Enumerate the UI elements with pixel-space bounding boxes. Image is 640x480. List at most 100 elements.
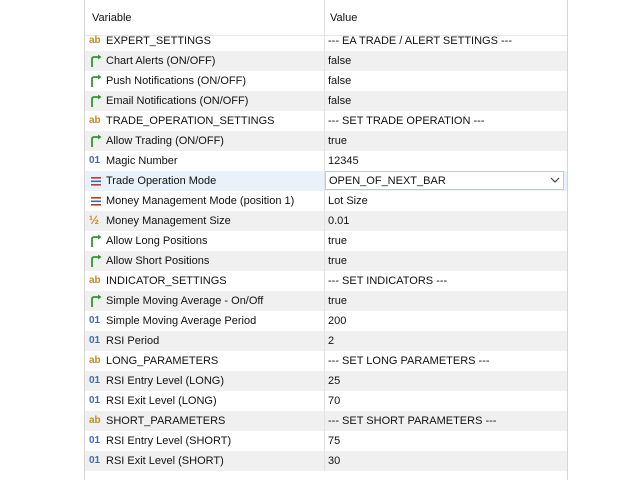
parameter-name: SHORT_PARAMETERS	[106, 415, 226, 427]
bool-arrow-icon	[89, 93, 103, 109]
parameter-row[interactable]: 01 Simple Moving Average Period 200	[85, 311, 567, 331]
chevron-down-icon[interactable]	[550, 175, 560, 188]
parameter-value[interactable]: 0.01	[328, 215, 349, 227]
parameter-value[interactable]: --- SET TRADE OPERATION ---	[328, 115, 484, 127]
int-icon: 01	[89, 315, 101, 326]
double-icon: ½	[89, 213, 100, 227]
column-header-value[interactable]: Value	[330, 12, 357, 24]
parameter-name: Push Notifications (ON/OFF)	[106, 75, 246, 87]
parameter-row[interactable]: Chart Alerts (ON/OFF) false	[85, 51, 567, 71]
parameter-name: INDICATOR_SETTINGS	[106, 275, 227, 287]
parameter-name: Allow Short Positions	[106, 255, 210, 267]
string-icon: ab	[89, 415, 101, 426]
parameter-name: RSI Exit Level (LONG)	[106, 395, 217, 407]
bool-arrow-icon	[89, 293, 103, 309]
int-icon: 01	[89, 375, 101, 386]
parameter-row[interactable]: Allow Short Positions true	[85, 251, 567, 271]
string-icon: ab	[89, 115, 101, 126]
dropdown-selected-value: OPEN_OF_NEXT_BAR	[329, 175, 446, 187]
parameter-value[interactable]: --- SET INDICATORS ---	[328, 275, 447, 287]
cell-divider	[324, 31, 325, 51]
parameter-row[interactable]: ab INDICATOR_SETTINGS --- SET INDICATORS -…	[85, 271, 567, 291]
int-icon: 01	[89, 395, 101, 406]
bool-arrow-icon	[89, 233, 103, 249]
parameter-row[interactable]: ab EXPERT_SETTINGS --- EA TRADE / ALERT SE…	[85, 31, 567, 51]
parameter-row[interactable]: ab TRADE_OPERATION_SETTINGS --- SET TRADE …	[85, 111, 567, 131]
parameter-name: Simple Moving Average - On/Off	[106, 295, 264, 307]
parameter-value[interactable]: --- SET SHORT PARAMETERS ---	[328, 415, 496, 427]
parameter-row[interactable]: Allow Trading (ON/OFF) true	[85, 131, 567, 151]
parameter-name: Money Management Mode (position 1)	[106, 195, 295, 207]
cell-divider	[324, 271, 325, 291]
parameter-value[interactable]: 30	[328, 455, 340, 467]
parameter-row[interactable]: Money Management Mode (position 1) Lot Si…	[85, 191, 567, 211]
cell-divider	[324, 391, 325, 411]
cell-divider	[324, 91, 325, 111]
parameter-value[interactable]: Lot Size	[328, 195, 368, 207]
parameter-name: Trade Operation Mode	[106, 175, 217, 187]
cell-divider	[324, 231, 325, 251]
string-icon: ab	[89, 35, 101, 46]
parameter-row[interactable]: 01 RSI Exit Level (LONG) 70	[85, 391, 567, 411]
int-icon: 01	[89, 335, 101, 346]
parameter-name: EXPERT_SETTINGS	[106, 35, 211, 47]
int-icon: 01	[89, 155, 101, 166]
parameter-name: Allow Long Positions	[106, 235, 208, 247]
parameter-row[interactable]: Simple Moving Average - On/Off true	[85, 291, 567, 311]
string-icon: ab	[89, 355, 101, 366]
cell-divider	[324, 151, 325, 171]
parameter-row[interactable]: ab SHORT_PARAMETERS --- SET SHORT PARAMETE…	[85, 411, 567, 431]
cell-divider	[324, 311, 325, 331]
parameter-value[interactable]: 12345	[328, 155, 359, 167]
parameter-row[interactable]: Push Notifications (ON/OFF) false	[85, 71, 567, 91]
parameter-row[interactable]: Allow Long Positions true	[85, 231, 567, 251]
parameter-value[interactable]: true	[328, 295, 347, 307]
parameter-name: RSI Entry Level (SHORT)	[106, 435, 232, 447]
trade-operation-mode-dropdown[interactable]: OPEN_OF_NEXT_BAR	[325, 171, 564, 190]
parameter-row[interactable]: 01 RSI Exit Level (SHORT) 30	[85, 451, 567, 471]
parameter-value[interactable]: true	[328, 255, 347, 267]
parameter-row[interactable]: Email Notifications (ON/OFF) false	[85, 91, 567, 111]
bool-arrow-icon	[89, 73, 103, 89]
column-header-variable[interactable]: Variable	[92, 12, 132, 24]
parameter-value[interactable]: false	[328, 75, 351, 87]
cell-divider	[324, 451, 325, 471]
parameter-row[interactable]: 01 Magic Number 12345	[85, 151, 567, 171]
parameter-value[interactable]: false	[328, 95, 351, 107]
parameter-value[interactable]: 70	[328, 395, 340, 407]
cell-divider	[324, 71, 325, 91]
parameter-value[interactable]: 75	[328, 435, 340, 447]
parameter-row[interactable]: 01 RSI Entry Level (LONG) 25	[85, 371, 567, 391]
cell-divider	[324, 371, 325, 391]
cell-divider	[324, 111, 325, 131]
int-icon: 01	[89, 435, 101, 446]
parameter-value[interactable]: false	[328, 55, 351, 67]
parameter-value[interactable]: 2	[328, 335, 334, 347]
cell-divider	[324, 291, 325, 311]
string-icon: ab	[89, 275, 101, 286]
parameter-row[interactable]: 01 RSI Period 2	[85, 331, 567, 351]
parameter-value[interactable]: --- SET LONG PARAMETERS ---	[328, 355, 490, 367]
enum-list-icon	[89, 193, 103, 209]
parameter-name: Magic Number	[106, 155, 178, 167]
parameter-value[interactable]: 200	[328, 315, 346, 327]
parameter-value[interactable]: true	[328, 135, 347, 147]
parameter-row[interactable]: 01 RSI Entry Level (SHORT) 75	[85, 431, 567, 451]
parameter-value[interactable]: 25	[328, 375, 340, 387]
parameter-value[interactable]: true	[328, 235, 347, 247]
column-divider[interactable]	[324, 0, 325, 35]
parameter-value[interactable]: --- EA TRADE / ALERT SETTINGS ---	[328, 35, 512, 47]
parameter-row[interactable]: ab LONG_PARAMETERS --- SET LONG PARAMETERS…	[85, 351, 567, 371]
parameter-row[interactable]: Trade Operation Mode OPEN_OF_NEXT_BAR	[85, 171, 567, 191]
parameter-name: Chart Alerts (ON/OFF)	[106, 55, 216, 67]
parameter-name: TRADE_OPERATION_SETTINGS	[106, 115, 275, 127]
bool-arrow-icon	[89, 53, 103, 69]
parameter-name: Email Notifications (ON/OFF)	[106, 95, 249, 107]
parameter-name: RSI Period	[106, 335, 160, 347]
parameter-row[interactable]: ½ Money Management Size 0.01	[85, 211, 567, 231]
parameters-table: Variable Value ab EXPERT_SETTINGS --- EA T…	[84, 0, 568, 480]
cell-divider	[324, 51, 325, 71]
cell-divider	[324, 251, 325, 271]
parameter-name: Allow Trading (ON/OFF)	[106, 135, 224, 147]
cell-divider	[324, 351, 325, 371]
